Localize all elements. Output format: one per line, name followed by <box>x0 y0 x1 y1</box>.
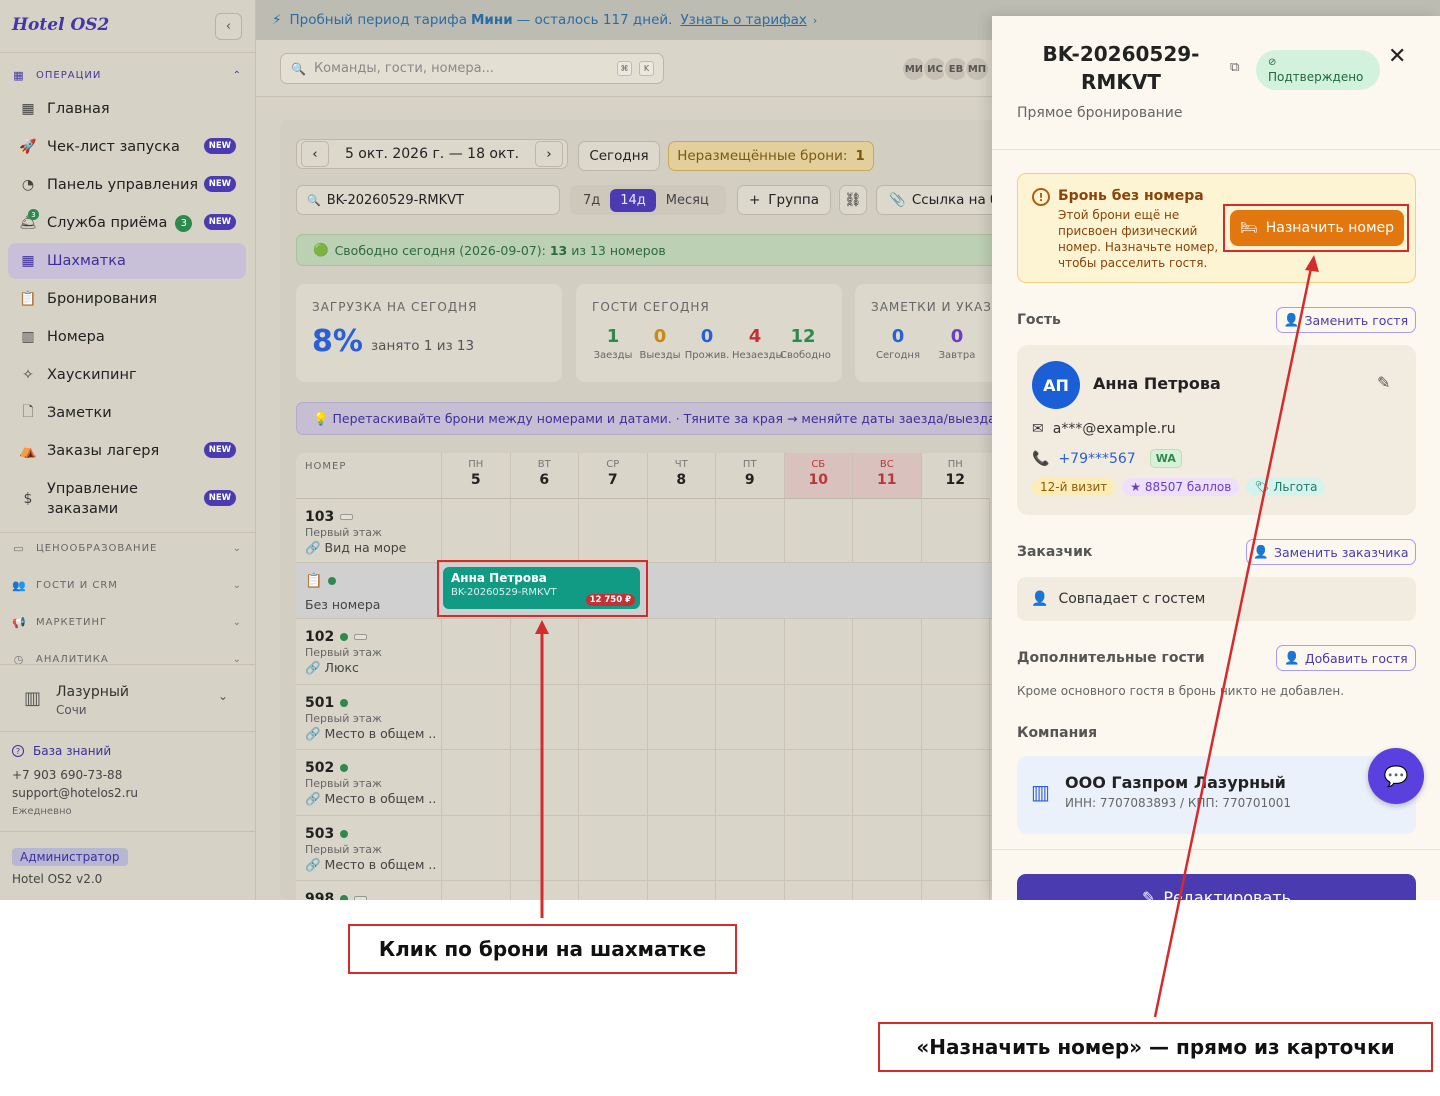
callout-text: «Назначить номер» — прямо из карточки <box>916 1035 1395 1059</box>
callout-assign-room: «Назначить номер» — прямо из карточки <box>878 1022 1433 1072</box>
callout-text: Клик по брони на шахматке <box>378 937 707 961</box>
arrow-head-booking <box>535 620 549 634</box>
callout-click-booking: Клик по брони на шахматке <box>348 924 737 974</box>
arrow-line-assign <box>1153 267 1313 1018</box>
arrow-head-assign <box>1305 255 1319 272</box>
